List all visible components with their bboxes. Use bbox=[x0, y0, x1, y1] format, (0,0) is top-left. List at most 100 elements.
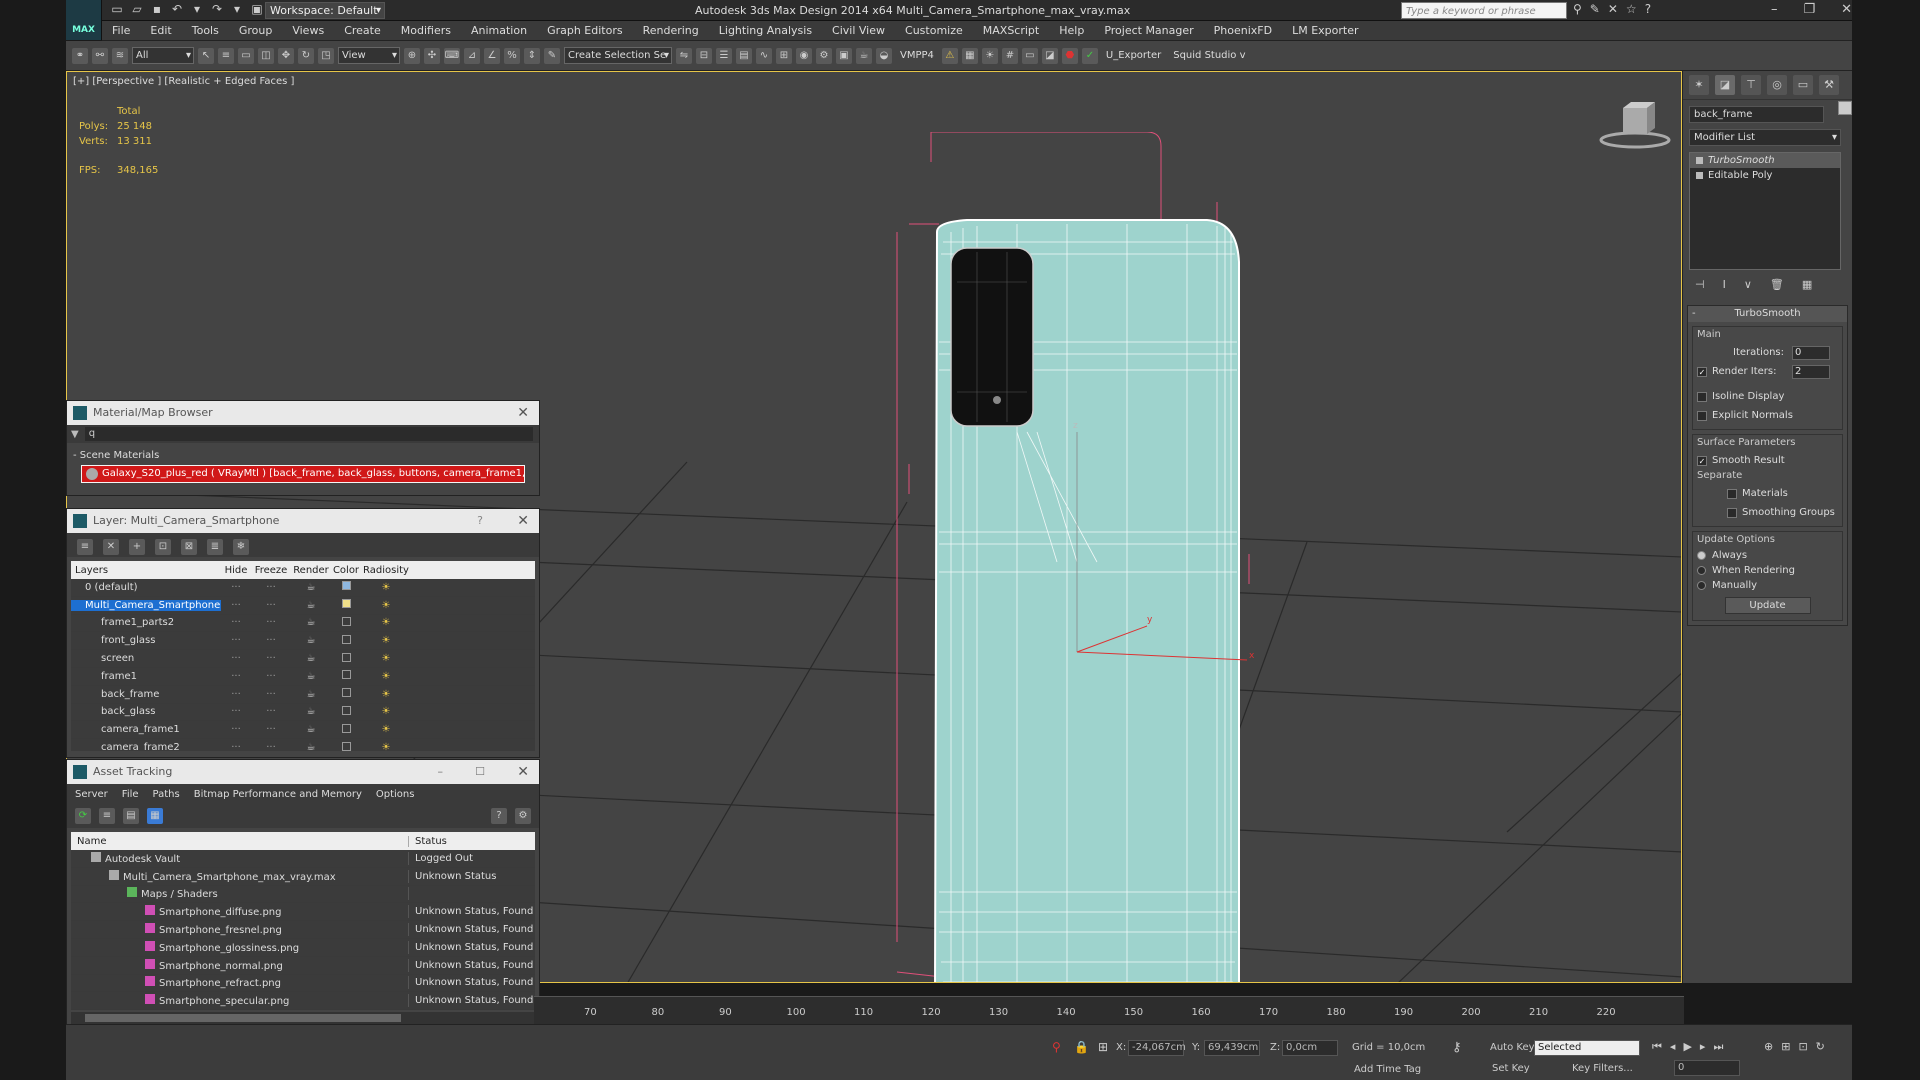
tools-icon[interactable]: ✎ bbox=[1590, 2, 1600, 16]
save-icon[interactable]: ▪ bbox=[150, 2, 164, 16]
turbosmooth-rollout-header[interactable]: - TurboSmooth bbox=[1688, 306, 1847, 322]
vmpp-label[interactable]: VMPP4 bbox=[896, 50, 938, 61]
named-selection-set-dropdown[interactable]: Create Selection Se bbox=[564, 47, 672, 64]
select-by-name-icon[interactable]: ≡ bbox=[218, 47, 234, 64]
layer-color-swatch[interactable] bbox=[331, 581, 361, 593]
snap-grid-icon[interactable]: # bbox=[1001, 47, 1018, 64]
new-file-icon[interactable]: ▭ bbox=[110, 2, 124, 16]
render-teapot-icon[interactable]: ☕ bbox=[291, 582, 331, 593]
teapot-icon[interactable]: ◒ bbox=[876, 47, 892, 64]
layer-name[interactable]: front_glass bbox=[71, 635, 221, 646]
layer-color-swatch[interactable] bbox=[331, 741, 361, 751]
render-teapot-icon[interactable]: ☕ bbox=[291, 742, 331, 751]
refresh-icon[interactable]: ⟳ bbox=[75, 808, 91, 824]
layer-hide-toggle[interactable]: ··· bbox=[221, 653, 251, 664]
bind-space-warp-icon[interactable]: ≋ bbox=[112, 47, 128, 64]
radiosity-icon[interactable]: ☀ bbox=[361, 600, 411, 611]
radiosity-icon[interactable]: ☀ bbox=[361, 582, 411, 593]
layer-hide-toggle[interactable]: ··· bbox=[221, 742, 251, 751]
layer-hide-toggle[interactable]: ··· bbox=[221, 724, 251, 735]
layer-row[interactable]: back_frame ··· ··· ☕ ☀ bbox=[71, 686, 535, 704]
undo-dropdown-icon[interactable]: ▾ bbox=[190, 2, 204, 16]
viewport-label[interactable]: [+] [Perspective ] [Realistic + Edged Fa… bbox=[73, 76, 294, 87]
pivot-center-icon[interactable]: ⊕ bbox=[404, 47, 420, 64]
layer-column-hide[interactable]: Hide bbox=[221, 565, 251, 576]
asset-row[interactable]: Smartphone_fresnel.png Unknown Status, Fo… bbox=[71, 921, 535, 939]
help-icon[interactable]: ? bbox=[491, 808, 507, 824]
menu-item-rendering[interactable]: Rendering bbox=[633, 24, 709, 37]
rendered-frame-icon[interactable]: ▣ bbox=[836, 47, 852, 64]
asset-name-column[interactable]: Name bbox=[71, 835, 409, 847]
asset-menu-bitmap-performance-and-memory[interactable]: Bitmap Performance and Memory bbox=[194, 789, 362, 800]
scale-icon[interactable]: ◳ bbox=[318, 47, 334, 64]
material-search-input[interactable]: q bbox=[84, 427, 533, 441]
layer-freeze-toggle[interactable]: ··· bbox=[251, 724, 291, 735]
layer-color-swatch[interactable] bbox=[331, 599, 361, 611]
menu-item-help[interactable]: Help bbox=[1049, 24, 1094, 37]
next-frame-icon[interactable]: ▸ bbox=[1700, 1040, 1706, 1054]
asset-row[interactable]: Maps / Shaders bbox=[71, 886, 535, 904]
redo-dropdown-icon[interactable]: ▾ bbox=[230, 2, 244, 16]
render-iters-spinner[interactable]: 2 bbox=[1792, 364, 1830, 379]
modify-tab-icon[interactable]: ◪ bbox=[1715, 75, 1735, 95]
asset-row[interactable]: Smartphone_specular.png Unknown Status, F… bbox=[71, 992, 535, 1010]
object-name-field[interactable]: back_frame bbox=[1689, 106, 1824, 123]
when-rendering-radio[interactable] bbox=[1697, 566, 1706, 575]
close-icon[interactable]: ✕ bbox=[1841, 0, 1852, 20]
viewcube[interactable] bbox=[1595, 94, 1675, 154]
layer-freeze-toggle[interactable]: ··· bbox=[251, 706, 291, 717]
layer-hide-toggle[interactable]: ··· bbox=[221, 582, 251, 593]
smoothing-groups-checkbox[interactable] bbox=[1727, 507, 1737, 518]
layer-color-swatch[interactable] bbox=[331, 688, 361, 700]
layer-freeze-toggle[interactable]: ··· bbox=[251, 742, 291, 751]
layer-freeze-toggle[interactable]: ··· bbox=[251, 600, 291, 611]
workspace-dropdown[interactable]: Workspace: Default bbox=[265, 2, 385, 19]
select-link-icon[interactable]: ⚭ bbox=[72, 47, 88, 64]
layer-column-freeze[interactable]: Freeze bbox=[251, 565, 291, 576]
zoom-all-icon[interactable]: ⊞ bbox=[1781, 1040, 1790, 1053]
light-icon[interactable]: ☀ bbox=[981, 47, 998, 64]
layer-hide-toggle[interactable]: ··· bbox=[221, 600, 251, 611]
radiosity-icon[interactable]: ☀ bbox=[361, 742, 411, 751]
open-file-icon[interactable]: ▱ bbox=[130, 2, 144, 16]
stack-item-turbosmooth[interactable]: TurboSmooth bbox=[1690, 153, 1840, 168]
schematic-view-icon[interactable]: ⊞ bbox=[776, 47, 792, 64]
asset-row[interactable]: Multi_Camera_Smartphone_max_vray.max Unkn… bbox=[71, 868, 535, 886]
layer-hide-toggle[interactable]: ··· bbox=[221, 671, 251, 682]
layer-row[interactable]: screen ··· ··· ☕ ☀ bbox=[71, 650, 535, 668]
image-icon[interactable]: ▦ bbox=[961, 47, 978, 64]
menu-item-tools[interactable]: Tools bbox=[182, 24, 229, 37]
display-tab-icon[interactable]: ▭ bbox=[1793, 75, 1813, 95]
help-button[interactable]: ? bbox=[477, 509, 483, 533]
search-input[interactable]: Type a keyword or phrase bbox=[1401, 2, 1567, 19]
asset-row[interactable]: Smartphone_diffuse.png Unknown Status, Fo… bbox=[71, 903, 535, 922]
layer-freeze-toggle[interactable]: ··· bbox=[251, 582, 291, 593]
asset-horizontal-scrollbar[interactable] bbox=[71, 1012, 535, 1024]
auto-key-button[interactable]: Auto Key bbox=[1490, 1042, 1535, 1053]
previous-frame-icon[interactable]: ◂ bbox=[1670, 1040, 1676, 1054]
asset-row[interactable]: Smartphone_glossiness.png Unknown Status,… bbox=[71, 939, 535, 957]
asset-row[interactable]: Smartphone_normal.png Unknown Status, Fou… bbox=[71, 957, 535, 975]
menu-item-lighting-analysis[interactable]: Lighting Analysis bbox=[709, 24, 822, 37]
explicit-normals-checkbox[interactable] bbox=[1697, 410, 1707, 421]
new-layer-icon[interactable]: ≡ bbox=[77, 539, 93, 555]
asset-menu-options[interactable]: Options bbox=[376, 789, 415, 800]
layer-row[interactable]: camera_frame1 ··· ··· ☕ ☀ bbox=[71, 721, 535, 740]
asset-menu-server[interactable]: Server bbox=[75, 789, 108, 800]
add-time-tag-button[interactable]: Add Time Tag bbox=[1354, 1064, 1421, 1075]
menu-item-phoenixfd[interactable]: PhoenixFD bbox=[1204, 24, 1282, 37]
menu-item-modifiers[interactable]: Modifiers bbox=[391, 24, 461, 37]
undo-icon[interactable]: ↶ bbox=[170, 2, 184, 16]
exporter-label[interactable]: U_Exporter bbox=[1102, 50, 1165, 61]
asset-row[interactable]: Smartphone_refract.png Unknown Status, Fo… bbox=[71, 975, 535, 993]
add-to-layer-icon[interactable]: + bbox=[129, 539, 145, 555]
modifier-list-dropdown[interactable]: Modifier List bbox=[1689, 129, 1841, 146]
show-end-result-icon[interactable]: Ⅰ bbox=[1723, 278, 1726, 291]
layer-color-swatch[interactable] bbox=[331, 705, 361, 718]
isoline-checkbox[interactable] bbox=[1697, 391, 1707, 402]
layer-freeze-toggle[interactable]: ··· bbox=[251, 635, 291, 646]
make-unique-icon[interactable]: ∨ bbox=[1744, 278, 1752, 291]
restore-icon[interactable]: ❐ bbox=[1803, 0, 1815, 20]
layer-row[interactable]: frame1_parts2 ··· ··· ☕ ☀ bbox=[71, 615, 535, 633]
render-production-icon[interactable]: ☕ bbox=[856, 47, 872, 64]
